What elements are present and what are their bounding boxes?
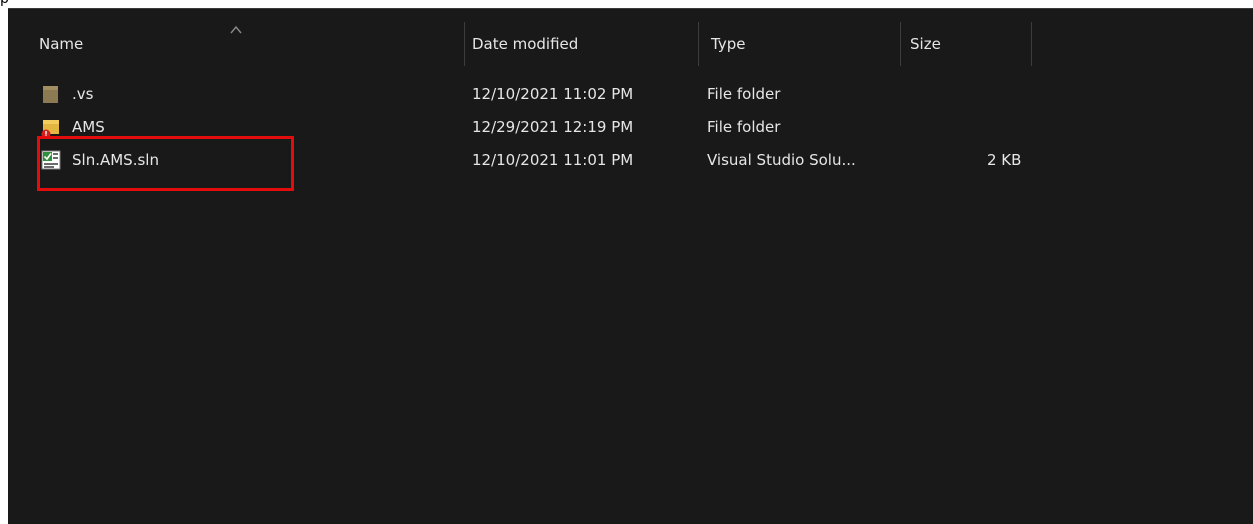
- file-type: Visual Studio Solu...: [707, 151, 856, 169]
- chevron-up-icon[interactable]: [230, 25, 242, 34]
- column-divider[interactable]: [1031, 22, 1032, 66]
- folder-icon: [43, 86, 58, 103]
- file-name: .vs: [72, 85, 94, 103]
- file-row[interactable]: Sln.AMS.sln 12/10/2021 11:01 PM Visual S…: [8, 147, 1253, 177]
- file-row[interactable]: AMS 12/29/2021 12:19 PM File folder: [8, 114, 1253, 144]
- column-divider[interactable]: [698, 22, 699, 66]
- top-glyph: p: [0, 0, 9, 6]
- file-list-pane[interactable]: Name Date modified Type Size .vs 12/10/2…: [8, 8, 1253, 524]
- column-header-row: Name Date modified Type Size: [8, 9, 1253, 71]
- folder-warning-icon: [41, 120, 59, 138]
- file-size: 2 KB: [987, 151, 1022, 169]
- column-header-size[interactable]: Size: [910, 35, 941, 53]
- column-divider[interactable]: [900, 22, 901, 66]
- file-date-modified: 12/10/2021 11:01 PM: [472, 151, 634, 169]
- file-date-modified: 12/29/2021 12:19 PM: [472, 118, 634, 136]
- column-divider[interactable]: [464, 22, 465, 66]
- top-strip: p: [0, 0, 1253, 8]
- file-date-modified: 12/10/2021 11:02 PM: [472, 85, 634, 103]
- file-type: File folder: [707, 118, 781, 136]
- file-row[interactable]: .vs 12/10/2021 11:02 PM File folder: [8, 81, 1253, 111]
- visual-studio-solution-icon: [41, 150, 61, 170]
- file-name: Sln.AMS.sln: [72, 151, 159, 169]
- column-header-type[interactable]: Type: [711, 35, 745, 53]
- file-type: File folder: [707, 85, 781, 103]
- column-header-date-modified[interactable]: Date modified: [472, 35, 578, 53]
- file-name: AMS: [72, 118, 105, 136]
- column-header-name[interactable]: Name: [39, 35, 83, 53]
